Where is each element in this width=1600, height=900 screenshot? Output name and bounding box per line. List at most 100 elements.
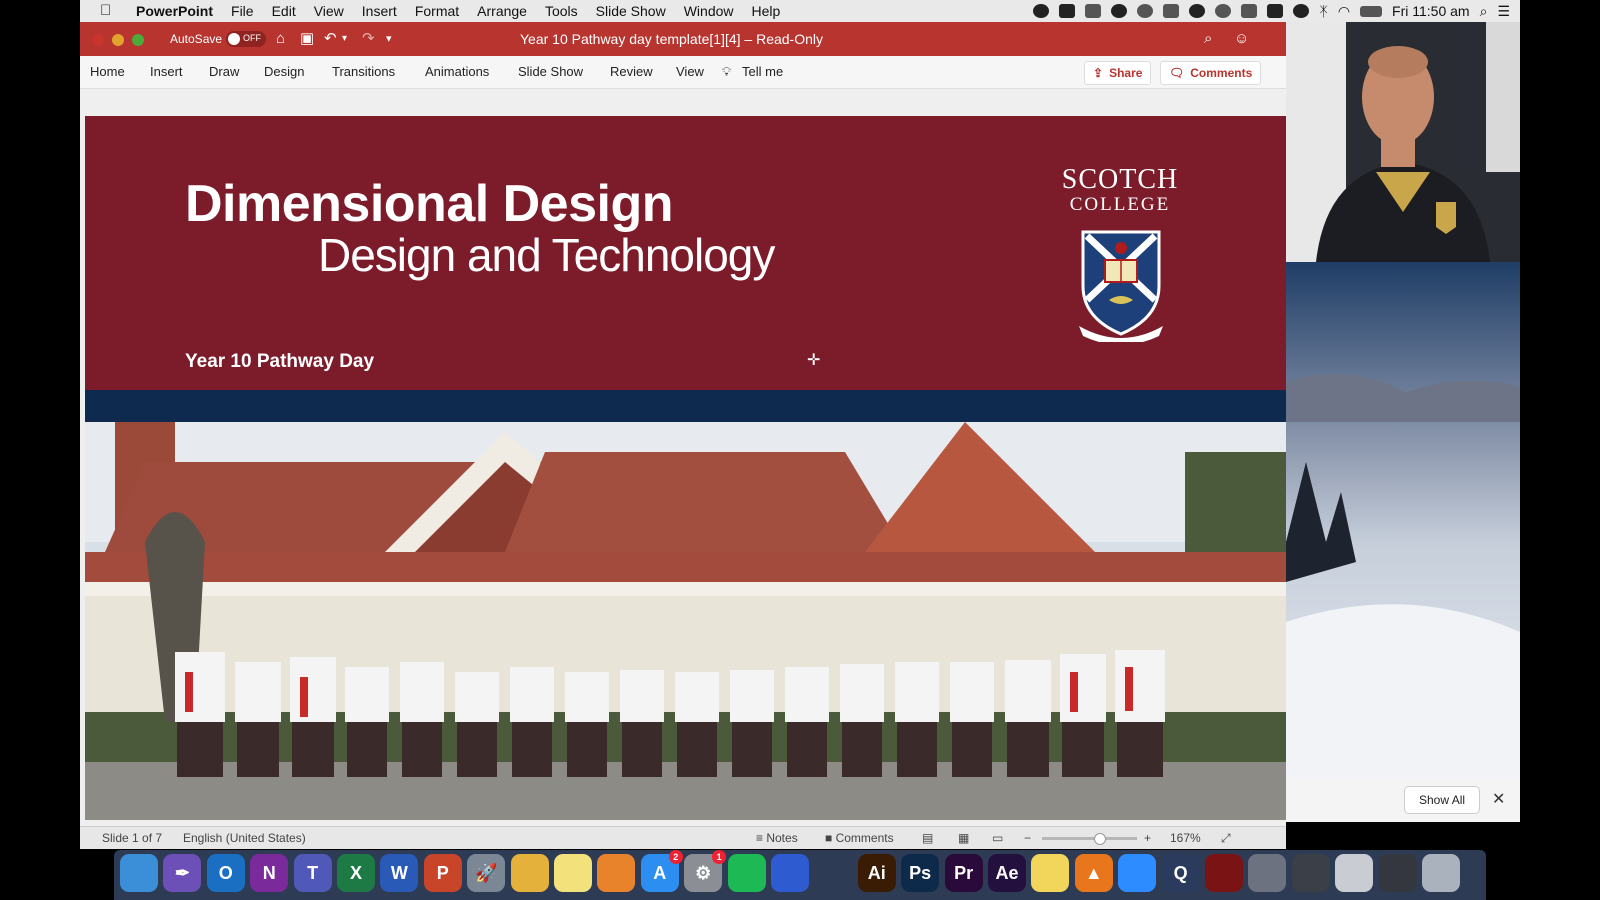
- battery-icon[interactable]: [1360, 5, 1383, 17]
- notes-button[interactable]: ≡ Notes: [756, 831, 798, 845]
- spotlight-search-icon[interactable]: ⌕: [1480, 3, 1488, 20]
- zoom-in-icon[interactable]: +: [1144, 831, 1151, 845]
- tab-view[interactable]: View: [676, 64, 704, 79]
- creative-cloud-icon[interactable]: [1189, 4, 1206, 18]
- close-window-button[interactable]: [92, 34, 104, 46]
- window-thumb-4-icon[interactable]: [1378, 854, 1417, 892]
- autosave-toggle[interactable]: OFF: [226, 31, 266, 47]
- notes-icon[interactable]: [554, 854, 592, 892]
- zoom-level[interactable]: 167%: [1170, 831, 1201, 845]
- save-icon[interactable]: ▣: [300, 31, 314, 47]
- tab-draw[interactable]: Draw: [209, 64, 239, 79]
- status-comments-button[interactable]: ■ Comments: [825, 831, 894, 845]
- tab-insert[interactable]: Insert: [150, 64, 183, 79]
- drive-icon[interactable]: [1267, 4, 1284, 18]
- menu-arrange[interactable]: Arrange: [477, 3, 527, 19]
- window-thumb-3-icon[interactable]: [1335, 854, 1374, 892]
- premiere-icon[interactable]: Pr: [944, 854, 983, 892]
- launchpad-icon[interactable]: 🚀: [467, 854, 506, 892]
- cloud-icon[interactable]: [1137, 4, 1154, 18]
- bluetooth-icon[interactable]: ᛡ: [1319, 3, 1327, 19]
- illustrator-icon[interactable]: Ai: [857, 854, 896, 892]
- comments-button[interactable]: 🗨︎ Comments: [1160, 61, 1262, 85]
- presenter-video[interactable]: [1286, 22, 1520, 262]
- zoom-slider-knob[interactable]: [1094, 833, 1106, 845]
- home-icon[interactable]: ⌂: [276, 31, 285, 47]
- record-icon[interactable]: [1033, 4, 1050, 18]
- books-icon[interactable]: [597, 854, 636, 892]
- trash-icon[interactable]: [1422, 854, 1460, 892]
- tab-review[interactable]: Review: [610, 64, 653, 79]
- window-thumb-1-icon[interactable]: [1248, 854, 1287, 892]
- slide-canvas[interactable]: Dimensional Design Design and Technology…: [85, 116, 1287, 820]
- quicktime-icon[interactable]: Q: [1161, 854, 1200, 892]
- zoom-window-button[interactable]: [132, 34, 144, 46]
- excel-icon[interactable]: X: [337, 854, 375, 892]
- menu-view[interactable]: View: [314, 3, 344, 19]
- tell-me[interactable]: Tell me: [742, 64, 783, 79]
- quill-icon[interactable]: ✒: [163, 854, 202, 892]
- system-preferences-icon[interactable]: ⚙ 1: [684, 850, 727, 892]
- fit-to-window-icon[interactable]: ⤢: [1221, 831, 1231, 846]
- tab-slide-show[interactable]: Slide Show: [518, 64, 583, 79]
- outlook-icon[interactable]: O: [206, 854, 245, 892]
- tab-animations[interactable]: Animations: [425, 64, 489, 79]
- target-icon[interactable]: [1111, 4, 1128, 18]
- clock[interactable]: Fri 11:50 am: [1392, 3, 1470, 19]
- close-icon[interactable]: ✕: [1492, 789, 1505, 809]
- terminal-red-icon[interactable]: [1205, 854, 1243, 892]
- slide-sorter-icon[interactable]: ▦: [958, 831, 969, 845]
- pipe-band-photo[interactable]: [85, 422, 1287, 820]
- tab-transitions[interactable]: Transitions: [332, 64, 395, 79]
- photo-app-icon[interactable]: [771, 854, 809, 892]
- chrome-icon[interactable]: [510, 854, 549, 892]
- menu-help[interactable]: Help: [752, 3, 781, 19]
- show-all-button[interactable]: Show All: [1404, 786, 1481, 814]
- onenote-icon[interactable]: N: [250, 854, 289, 892]
- search-icon[interactable]: ⌕: [1204, 31, 1212, 47]
- zoom-slider[interactable]: [1042, 833, 1137, 845]
- display-icon[interactable]: [1163, 4, 1180, 18]
- undo-icon[interactable]: ↶: [324, 31, 337, 47]
- customize-toolbar-icon[interactable]: ▾: [386, 31, 392, 47]
- slide-subtitle[interactable]: Design and Technology: [318, 228, 775, 282]
- reading-view-icon[interactable]: ▭: [992, 831, 1003, 845]
- swift-bird-icon[interactable]: [814, 854, 853, 892]
- zoom-status-icon[interactable]: [1059, 4, 1076, 18]
- normal-view-icon[interactable]: ▤: [922, 831, 933, 845]
- teams-icon[interactable]: T: [293, 854, 332, 892]
- appstore-icon[interactable]: A2: [640, 850, 683, 892]
- zoom-icon[interactable]: [1118, 854, 1157, 892]
- photoshop-icon[interactable]: Ps: [901, 854, 940, 892]
- zoom-out-icon[interactable]: −: [1024, 831, 1031, 845]
- menu-app-name[interactable]: PowerPoint: [136, 3, 213, 19]
- notification-center-icon[interactable]: ☰: [1497, 3, 1510, 20]
- smiley-feedback-icon[interactable]: ☺: [1234, 31, 1249, 47]
- slide-title[interactable]: Dimensional Design: [185, 174, 674, 234]
- photos-status-icon[interactable]: [1241, 4, 1258, 18]
- menu-window[interactable]: Window: [684, 3, 734, 19]
- stickies-icon[interactable]: [1031, 854, 1070, 892]
- menu-edit[interactable]: Edit: [272, 3, 296, 19]
- menu-insert[interactable]: Insert: [362, 3, 397, 19]
- menu-slide-show[interactable]: Slide Show: [596, 3, 666, 19]
- globe-icon[interactable]: [1215, 4, 1232, 18]
- tab-home[interactable]: Home: [90, 64, 125, 79]
- word-icon[interactable]: W: [380, 854, 419, 892]
- spotify-icon[interactable]: [727, 854, 766, 892]
- powerpoint-icon[interactable]: P: [423, 854, 462, 892]
- slide-event-text[interactable]: Year 10 Pathway Day: [185, 351, 374, 373]
- window-thumb-2-icon[interactable]: [1291, 854, 1330, 892]
- after-effects-icon[interactable]: Ae: [988, 854, 1026, 892]
- language-indicator[interactable]: English (United States): [183, 831, 306, 845]
- share-button[interactable]: ⇪ Share: [1084, 61, 1152, 85]
- undo-dropdown-icon[interactable]: ▾: [342, 31, 347, 47]
- finder-icon[interactable]: [120, 854, 158, 892]
- menu-tools[interactable]: Tools: [545, 3, 578, 19]
- menu-file[interactable]: File: [231, 3, 254, 19]
- vpn-icon[interactable]: [1293, 4, 1310, 18]
- tab-design[interactable]: Design: [264, 64, 304, 79]
- redo-icon[interactable]: ↷: [362, 31, 375, 47]
- vlc-icon[interactable]: ▲: [1074, 854, 1113, 892]
- minimize-window-button[interactable]: [112, 34, 124, 46]
